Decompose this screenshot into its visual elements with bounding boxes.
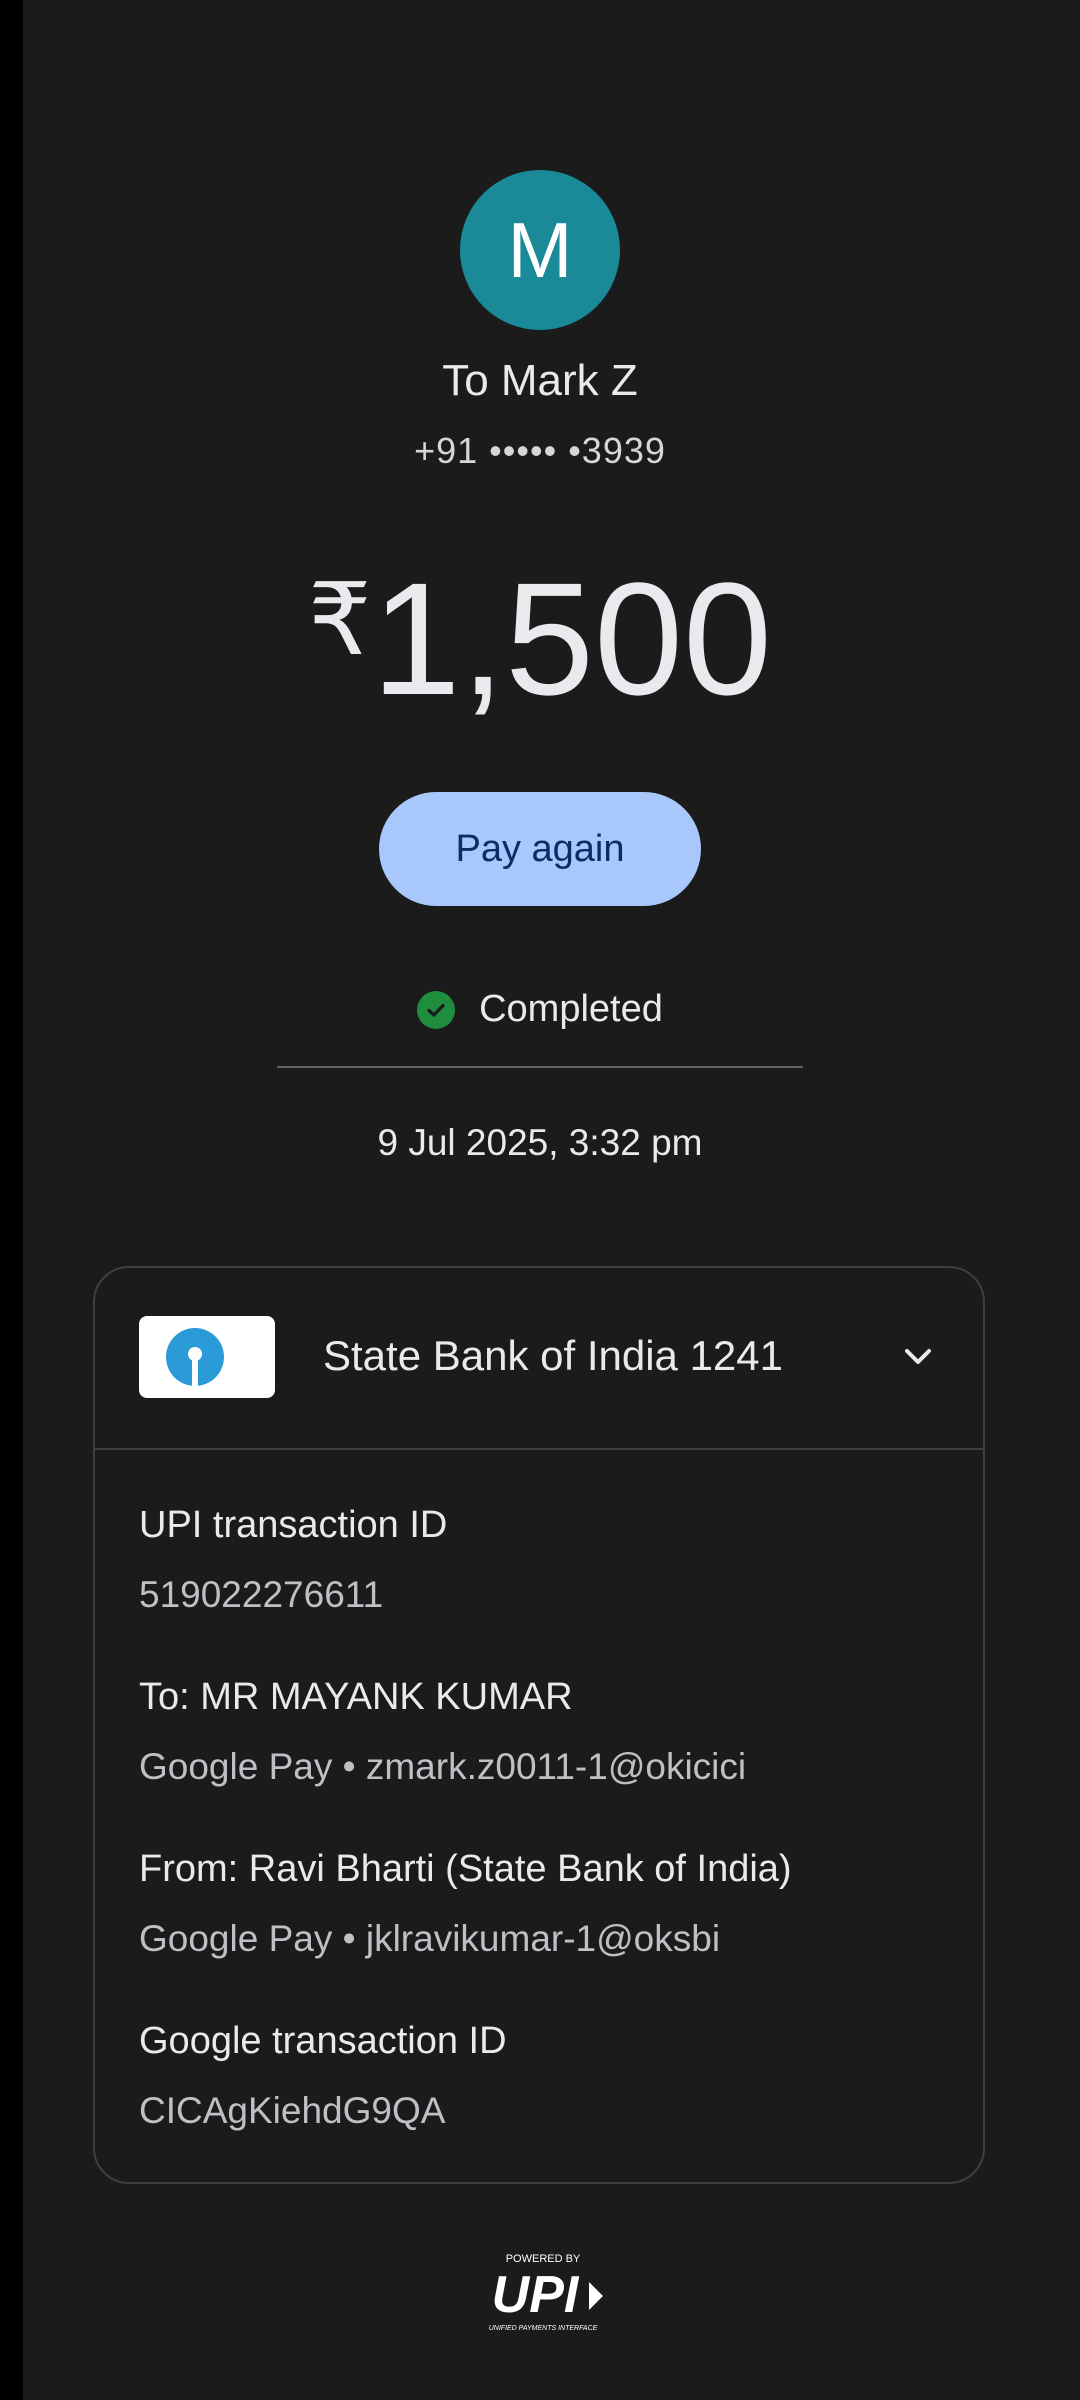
- check-circle-icon: [417, 990, 456, 1029]
- from-sender-label: From: Ravi Bharti (State Bank of India): [139, 1848, 792, 1890]
- bank-account-name: State Bank of India 1241: [323, 1332, 784, 1379]
- status-text: Completed: [479, 988, 663, 1030]
- bank-account-header[interactable]: State Bank of India 1241: [95, 1268, 983, 1450]
- powered-by-text: POWERED BY: [506, 2253, 581, 2265]
- to-recipient-upi-id: Google Pay • zmark.z0011-1@okicici: [139, 1746, 747, 1787]
- recipient-name: To Mark Z: [442, 356, 638, 405]
- upi-transaction-id-label: UPI transaction ID: [139, 1504, 448, 1546]
- status-row: Completed: [23, 988, 1057, 1031]
- transaction-details-card: State Bank of India 1241 UPI transaction…: [93, 1266, 985, 2184]
- upi-transaction-id-value[interactable]: 519022276611: [139, 1574, 383, 1616]
- google-transaction-id-label: Google transaction ID: [139, 2020, 507, 2062]
- payment-amount: ₹1,500: [23, 530, 1057, 729]
- upi-arrow-icon: [589, 2282, 603, 2310]
- upi-wordmark: UPI: [492, 2266, 580, 2324]
- recipient-phone: +91 ••••• •3939: [414, 430, 666, 471]
- amount-value: 1,500: [371, 549, 772, 728]
- to-recipient-label: To: MR MAYANK KUMAR: [139, 1676, 573, 1718]
- transaction-datetime: 9 Jul 2025, 3:32 pm: [377, 1122, 703, 1163]
- divider: [277, 1066, 803, 1068]
- avatar-letter: M: [507, 205, 573, 294]
- google-transaction-id-value[interactable]: CICAgKiehdG9QA: [139, 2090, 445, 2132]
- upi-logo: POWERED BY UPI UNIFIED PAYMENTS INTERFAC…: [463, 2250, 623, 2340]
- payment-details-screen: M To Mark Z +91 ••••• •3939 ₹1,500 Pay a…: [23, 0, 1080, 2400]
- upi-subtitle: UNIFIED PAYMENTS INTERFACE: [489, 2325, 598, 2332]
- currency-symbol: ₹: [307, 564, 372, 676]
- avatar: M: [460, 170, 620, 330]
- pay-again-button[interactable]: Pay again: [379, 792, 701, 906]
- from-sender-upi-id: Google Pay • jklravikumar-1@oksbi: [139, 1918, 721, 1959]
- sbi-logo-icon: [139, 1316, 275, 1398]
- chevron-down-icon[interactable]: [895, 1334, 941, 1380]
